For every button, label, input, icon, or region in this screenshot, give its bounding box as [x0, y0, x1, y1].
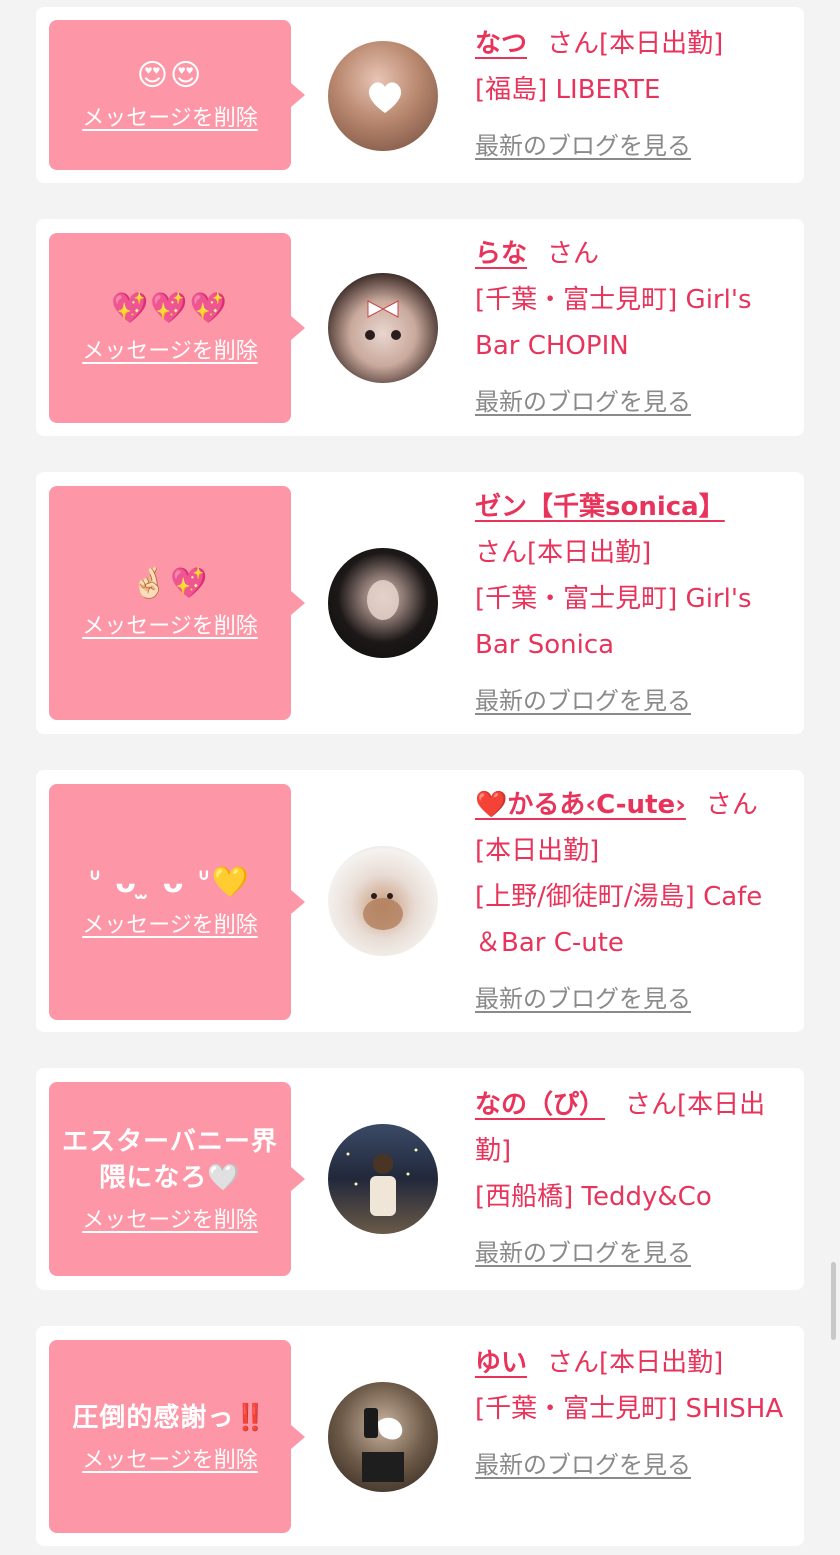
profile-info: なつ さん[本日出勤] [福島] LIBERTE 最新のブログを見る — [475, 21, 790, 169]
delete-message-link[interactable]: メッセージを削除 — [82, 1442, 258, 1474]
list-item: 😍😍 メッセージを削除 なつ さん[本日出勤] [福島] LIBERTE 最新のブ… — [36, 7, 804, 183]
message-bubble: 圧倒的感謝っ‼️ メッセージを削除 — [49, 1340, 305, 1533]
delete-message-link[interactable]: メッセージを削除 — [82, 100, 258, 132]
profile-name-link[interactable]: ゼン【千葉sonica】 — [475, 492, 725, 522]
portrait-icon — [367, 580, 399, 620]
portrait-icon — [363, 893, 403, 930]
profile-info: ❤️かるあ‹C-ute› さん [本日出勤] [上野/御徒町/湯島] Cafe ＆… — [475, 782, 790, 1022]
message-text: 圧倒的感謝っ‼️ — [72, 1402, 268, 1433]
status-badge: [本日出勤] — [599, 1348, 724, 1378]
profile-name-link[interactable]: ゆい — [475, 1348, 527, 1378]
heart-icon — [368, 82, 402, 113]
avatar[interactable] — [328, 846, 438, 956]
san-label: さん — [547, 29, 600, 59]
message-text: ᐡ ᴗ ̫ ᴗ ᐡ💛 — [88, 865, 252, 900]
avatar[interactable] — [328, 1124, 438, 1234]
message-text: エスターバニー界隈になろ🤍 — [62, 1127, 278, 1193]
profile-info: ゼン【千葉sonica】 さん[本日出勤] [千葉・富士見町] Girl's B… — [475, 484, 790, 724]
profile-info: なの（ぴ） さん[本日出勤] [西船橋] Teddy&Co 最新のブログを見る — [475, 1082, 790, 1276]
shop-label: [千葉・富士見町] Girl's Bar CHOPIN — [475, 285, 752, 361]
latest-blog-link[interactable]: 最新のブログを見る — [475, 678, 790, 724]
status-badge: [本日出勤] — [475, 836, 600, 866]
message-bubble: 😍😍 メッセージを削除 — [49, 20, 305, 170]
list-item: エスターバニー界隈になろ🤍 メッセージを削除 なの（ぴ） さん[本日出勤] [西船… — [36, 1068, 804, 1290]
profile-info: ゆい さん[本日出勤] [千葉・富士見町] SHISHA 最新のブログを見る — [475, 1340, 790, 1488]
shop-label: [千葉・富士見町] Girl's Bar Sonica — [475, 584, 752, 660]
latest-blog-link[interactable]: 最新のブログを見る — [475, 1230, 790, 1276]
status-badge: [本日出勤] — [527, 538, 652, 568]
status-badge: [本日出勤] — [599, 29, 724, 59]
profile-name-link[interactable]: なつ — [475, 29, 527, 59]
san-label: さん — [475, 538, 528, 568]
list-item: ᐡ ᴗ ̫ ᴗ ᐡ💛 メッセージを削除 ❤️かるあ‹C-ute› さん [本日出勤… — [36, 770, 804, 1032]
message-bubble: ᐡ ᴗ ̫ ᴗ ᐡ💛 メッセージを削除 — [49, 784, 305, 1020]
scrollbar[interactable] — [831, 1262, 836, 1340]
delete-message-link[interactable]: メッセージを削除 — [82, 1202, 258, 1234]
bow-icon — [365, 300, 401, 340]
delete-message-link[interactable]: メッセージを削除 — [82, 907, 258, 939]
shop-label: [上野/御徒町/湯島] Cafe ＆Bar C-ute — [475, 882, 763, 958]
avatar[interactable] — [328, 41, 438, 151]
san-label: さん — [705, 790, 758, 820]
san-label: さん — [547, 239, 600, 269]
message-text: 🤞🏻💖 — [130, 566, 210, 601]
profile-info: らな さん [千葉・富士見町] Girl's Bar CHOPIN 最新のブログを… — [475, 231, 790, 425]
shop-label: [西船橋] Teddy&Co — [475, 1182, 712, 1212]
message-bubble: 💖💖💖 メッセージを削除 — [49, 233, 305, 423]
delete-message-link[interactable]: メッセージを削除 — [82, 333, 258, 365]
delete-message-link[interactable]: メッセージを削除 — [82, 608, 258, 640]
message-bubble: 🤞🏻💖 メッセージを削除 — [49, 486, 305, 720]
message-text: 💖💖💖 — [110, 291, 230, 326]
latest-blog-link[interactable]: 最新のブログを見る — [475, 1442, 790, 1488]
shop-label: [福島] LIBERTE — [475, 75, 661, 105]
profile-name-link[interactable]: なの（ぴ） — [475, 1090, 605, 1120]
list-item: 🤞🏻💖 メッセージを削除 ゼン【千葉sonica】 さん[本日出勤] [千葉・富… — [36, 472, 804, 734]
avatar[interactable] — [328, 548, 438, 658]
latest-blog-link[interactable]: 最新のブログを見る — [475, 379, 790, 425]
message-list-page: 😍😍 メッセージを削除 なつ さん[本日出勤] [福島] LIBERTE 最新のブ… — [0, 0, 840, 1555]
avatar[interactable] — [328, 1382, 438, 1492]
san-label: さん — [625, 1090, 678, 1120]
latest-blog-link[interactable]: 最新のブログを見る — [475, 123, 790, 169]
profile-name-link[interactable]: ❤️かるあ‹C-ute› — [475, 790, 686, 820]
portrait-icon — [362, 1408, 404, 1482]
message-bubble: エスターバニー界隈になろ🤍 メッセージを削除 — [49, 1082, 305, 1276]
shop-label: [千葉・富士見町] SHISHA — [475, 1394, 784, 1424]
san-label: さん — [547, 1348, 600, 1378]
message-text: 😍😍 — [136, 58, 204, 93]
latest-blog-link[interactable]: 最新のブログを見る — [475, 976, 790, 1022]
avatar[interactable] — [328, 273, 438, 383]
list-item: 圧倒的感謝っ‼️ メッセージを削除 ゆい さん[本日出勤] [千葉・富士見町] S… — [36, 1326, 804, 1546]
profile-name-link[interactable]: らな — [475, 239, 527, 269]
list-item: 💖💖💖 メッセージを削除 らな さん [千葉・富士見町] Girl's Bar C… — [36, 219, 804, 436]
portrait-icon — [346, 1148, 418, 1216]
